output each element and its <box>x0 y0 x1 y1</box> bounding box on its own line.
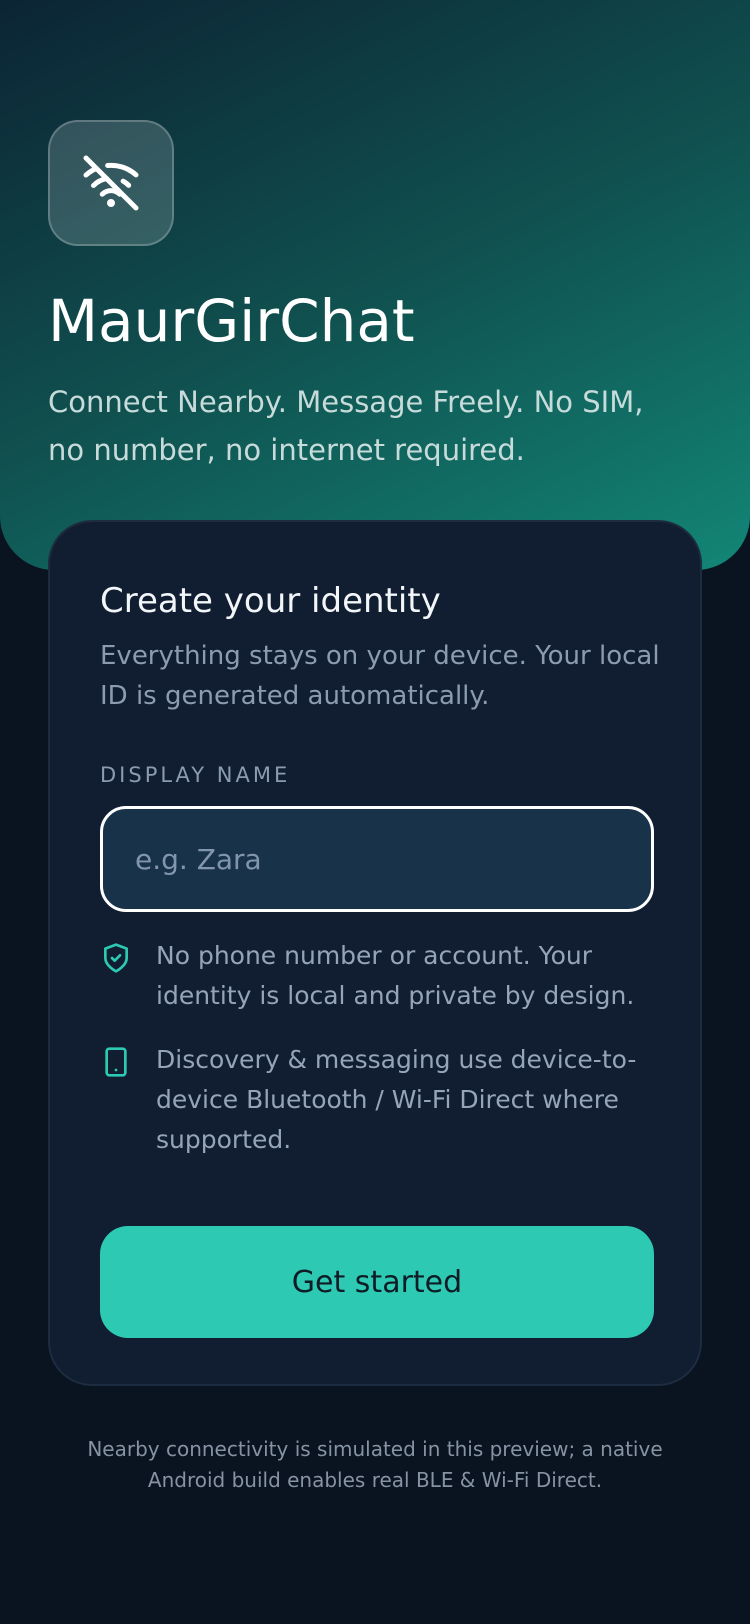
info-item-privacy: No phone number or account. Your identit… <box>100 936 660 1016</box>
footer-note: Nearby connectivity is simulated in this… <box>87 1437 663 1492</box>
display-name-input[interactable] <box>100 806 654 912</box>
wifi-off-icon <box>83 155 139 211</box>
hero-header: MaurGirChat Connect Nearby. Message Free… <box>0 0 750 570</box>
info-item-connectivity: Discovery & messaging use device-to-devi… <box>100 1040 660 1160</box>
info-text-connectivity: Discovery & messaging use device-to-devi… <box>156 1045 637 1154</box>
app-logo <box>48 120 174 246</box>
card-subtitle: Everything stays on your device. Your lo… <box>100 641 660 711</box>
shield-check-icon <box>104 943 128 973</box>
phone-icon <box>105 1047 127 1077</box>
get-started-button[interactable]: Get started <box>100 1226 654 1338</box>
app-title: MaurGirChat <box>48 287 415 355</box>
info-text-privacy: No phone number or account. Your identit… <box>156 941 635 1010</box>
display-name-label: DISPLAY NAME <box>100 763 291 787</box>
app-tagline: Connect Nearby. Message Freely. No SIM, … <box>48 385 644 467</box>
card-title: Create your identity <box>100 581 441 621</box>
identity-card: Create your identity Everything stays on… <box>48 520 702 1386</box>
